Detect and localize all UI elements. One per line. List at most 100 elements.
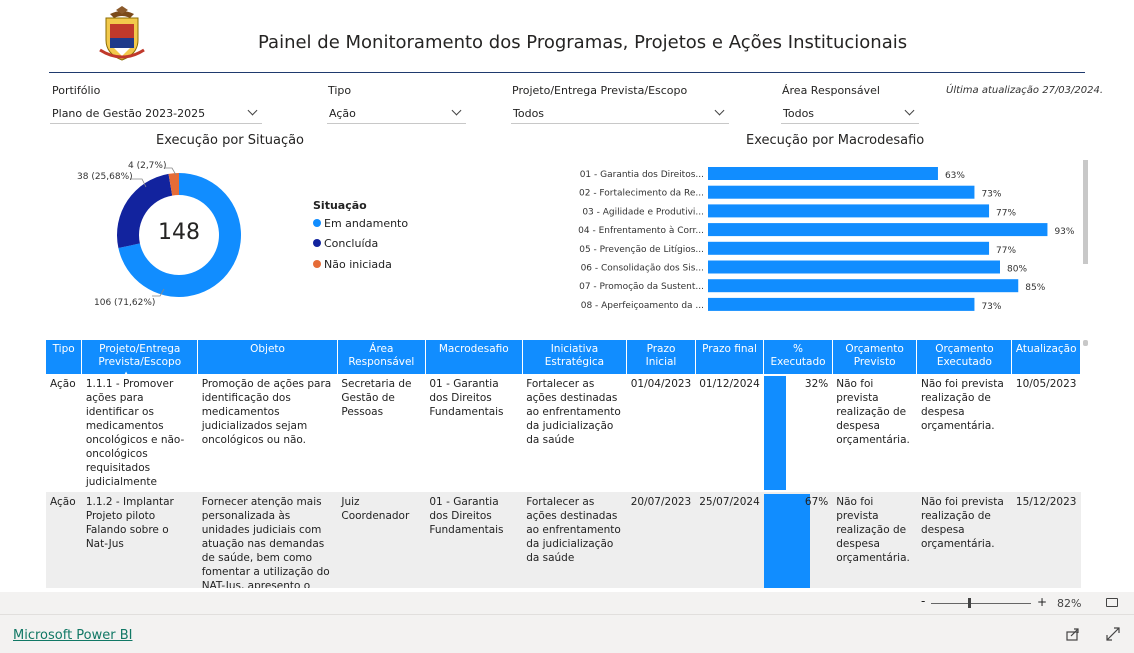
- col-header-tipo[interactable]: Tipo: [46, 340, 83, 374]
- filter-value-area: Todos: [783, 107, 815, 120]
- cell-macro: 01 - Garantia dos Direitos Fundamentais: [429, 378, 504, 418]
- powerbi-link[interactable]: Microsoft Power BI: [13, 628, 132, 643]
- cell-atualizacao: 15/12/2023: [1011, 492, 1081, 588]
- bar-1[interactable]: [708, 167, 938, 180]
- cell-tipo: Ação: [46, 492, 82, 588]
- col-header-macro[interactable]: Macrodesafio: [425, 340, 523, 374]
- cell-objeto: Promoção de ações para identificação dos…: [201, 378, 332, 446]
- pct-bar: [763, 376, 786, 490]
- chevron-down-icon: [714, 105, 725, 116]
- fullscreen-icon[interactable]: [1106, 626, 1120, 645]
- filter-dropdown-area[interactable]: Todos: [781, 104, 919, 124]
- data-table-container: Tipo Projeto/Entrega Prevista/Escopo ▲ Ob…: [46, 340, 1081, 588]
- bar-value-label: 77%: [996, 208, 1016, 218]
- bar-2[interactable]: [708, 185, 975, 199]
- table-row[interactable]: Ação 1.1.2 - Implantar Projeto piloto Fa…: [46, 492, 1081, 588]
- bar-category-label: 02 - Fortalecimento da Re...: [579, 189, 704, 199]
- cell-atualizacao: 10/05/2023: [1015, 378, 1077, 390]
- zoom-level: 82%: [1057, 597, 1082, 610]
- col-header-prazo-inicial[interactable]: Prazo Inicial: [626, 340, 696, 374]
- cell-iniciativa: Fortalecer as ações destinadas ao enfren…: [526, 378, 621, 446]
- legend-item-em-andamento[interactable]: Em andamento: [313, 217, 408, 230]
- pct-label: 32%: [804, 378, 829, 390]
- donut-total: 148: [158, 220, 200, 245]
- bar-3[interactable]: [708, 204, 990, 218]
- bar-6[interactable]: [708, 260, 1000, 274]
- legend-title: Situação: [313, 199, 367, 212]
- legend-dot: [313, 260, 321, 268]
- cell-pct: 32%: [763, 374, 832, 492]
- legend-label: Em andamento: [324, 217, 409, 230]
- bar-category-label: 08 - Aperfeiçoamento da ...: [581, 301, 704, 311]
- bar-5[interactable]: [708, 241, 990, 255]
- donut-label-nao-iniciada: 4 (2,7%): [128, 161, 167, 171]
- pct-label: 67%: [804, 496, 829, 508]
- bar-7[interactable]: [708, 279, 1019, 293]
- filter-value-projeto: Todos: [513, 107, 545, 120]
- zoom-out-button[interactable]: -: [921, 594, 925, 608]
- cell-orc-executado: Não foi prevista realização de despesa o…: [920, 378, 1004, 432]
- page-title: Painel de Monitoramento dos Programas, P…: [258, 32, 908, 53]
- bar-8[interactable]: [708, 297, 975, 311]
- cell-prazo-inicial: 20/07/2023: [626, 492, 696, 588]
- bar-value-label: 77%: [996, 246, 1016, 256]
- cell-prazo-final: 01/12/2024: [699, 378, 760, 390]
- chevron-down-icon: [451, 105, 462, 116]
- legend-item-nao-iniciada[interactable]: Não iniciada: [313, 258, 392, 271]
- table-row[interactable]: Ação 1.1.1 - Promover ações para identif…: [46, 374, 1081, 492]
- table-scrollbar[interactable]: [1083, 340, 1088, 346]
- pct-bar: [763, 494, 810, 588]
- filter-dropdown-tipo[interactable]: Ação: [327, 104, 466, 124]
- col-header-objeto[interactable]: Objeto: [197, 340, 338, 374]
- chart-scrollbar[interactable]: [1083, 160, 1088, 264]
- bar-4[interactable]: [708, 223, 1048, 237]
- fit-to-page-icon[interactable]: [1106, 598, 1118, 607]
- zoom-slider-handle[interactable]: [968, 598, 971, 608]
- filter-dropdown-portfolio[interactable]: Plano de Gestão 2023-2025: [50, 104, 262, 124]
- cell-orc-executado: Não foi prevista realização de despesa o…: [916, 492, 1012, 588]
- legend-dot: [313, 239, 321, 247]
- title-divider: [49, 72, 1085, 73]
- bar-category-label: 01 - Garantia dos Direitos...: [580, 170, 704, 180]
- col-header-projeto[interactable]: Projeto/Entrega Prevista/Escopo ▲: [81, 340, 199, 378]
- filter-label-area: Área Responsável: [782, 84, 880, 97]
- bar-value-label: 73%: [981, 302, 1001, 312]
- filter-value-tipo: Ação: [329, 107, 356, 120]
- bar-category-label: 03 - Agilidade e Produtivi...: [582, 207, 704, 217]
- cell-area: Secretaria de Gestão de Pessoas: [341, 378, 412, 418]
- bar-category-label: 06 - Consolidação dos Sis...: [581, 264, 704, 274]
- data-table: Tipo Projeto/Entrega Prevista/Escopo ▲ Ob…: [46, 340, 1081, 588]
- legend-label: Não iniciada: [324, 258, 392, 271]
- bar-value-label: 93%: [1054, 227, 1074, 237]
- cell-pct: 67%: [763, 492, 833, 588]
- col-header-prazo-final[interactable]: Prazo final: [695, 340, 765, 374]
- cell-orc-previsto: Não foi prevista realização de despesa o…: [836, 378, 910, 446]
- filter-value-portfolio: Plano de Gestão 2023-2025: [52, 107, 206, 120]
- cell-objeto: Fornecer atenção mais personalizada às u…: [197, 492, 338, 588]
- zoom-in-button[interactable]: +: [1037, 595, 1047, 609]
- bar-value-label: 80%: [1007, 265, 1027, 275]
- legend-label: Concluída: [324, 237, 379, 250]
- col-header-atualizacao[interactable]: Atualização: [1011, 340, 1081, 374]
- bar-category-label: 05 - Prevenção de Litígios...: [579, 245, 704, 255]
- footer-bar: Microsoft Power BI: [0, 614, 1134, 653]
- last-update-text: Última atualização 27/03/2024.: [946, 85, 1104, 96]
- share-icon[interactable]: [1066, 626, 1080, 645]
- cell-orc-previsto: Não foi prevista realização de despesa o…: [832, 492, 917, 588]
- bar-value-label: 85%: [1025, 283, 1045, 293]
- filter-dropdown-projeto[interactable]: Todos: [511, 104, 729, 124]
- chevron-down-icon: [247, 105, 258, 116]
- col-header-label: Projeto/Entrega Prevista/Escopo: [98, 343, 182, 368]
- col-header-iniciativa[interactable]: Iniciativa Estratégica: [522, 340, 628, 374]
- col-header-pct[interactable]: % Executado: [763, 340, 833, 374]
- col-header-orc-executado[interactable]: Orçamento Executado: [916, 340, 1013, 374]
- col-header-orc-previsto[interactable]: Orçamento Previsto: [832, 340, 918, 374]
- donut-chart-title: Execução por Situação: [156, 133, 305, 148]
- zoom-bar: - + 82%: [0, 592, 1134, 614]
- legend-item-concluida[interactable]: Concluída: [313, 237, 378, 250]
- donut-label-em-andamento: 106 (71,62%): [94, 298, 156, 308]
- bar-value-label: 63%: [945, 171, 965, 181]
- bar-category-label: 04 - Enfrentamento à Corr...: [578, 226, 704, 236]
- zoom-slider[interactable]: [931, 603, 1031, 604]
- col-header-area[interactable]: Área Responsável: [337, 340, 426, 374]
